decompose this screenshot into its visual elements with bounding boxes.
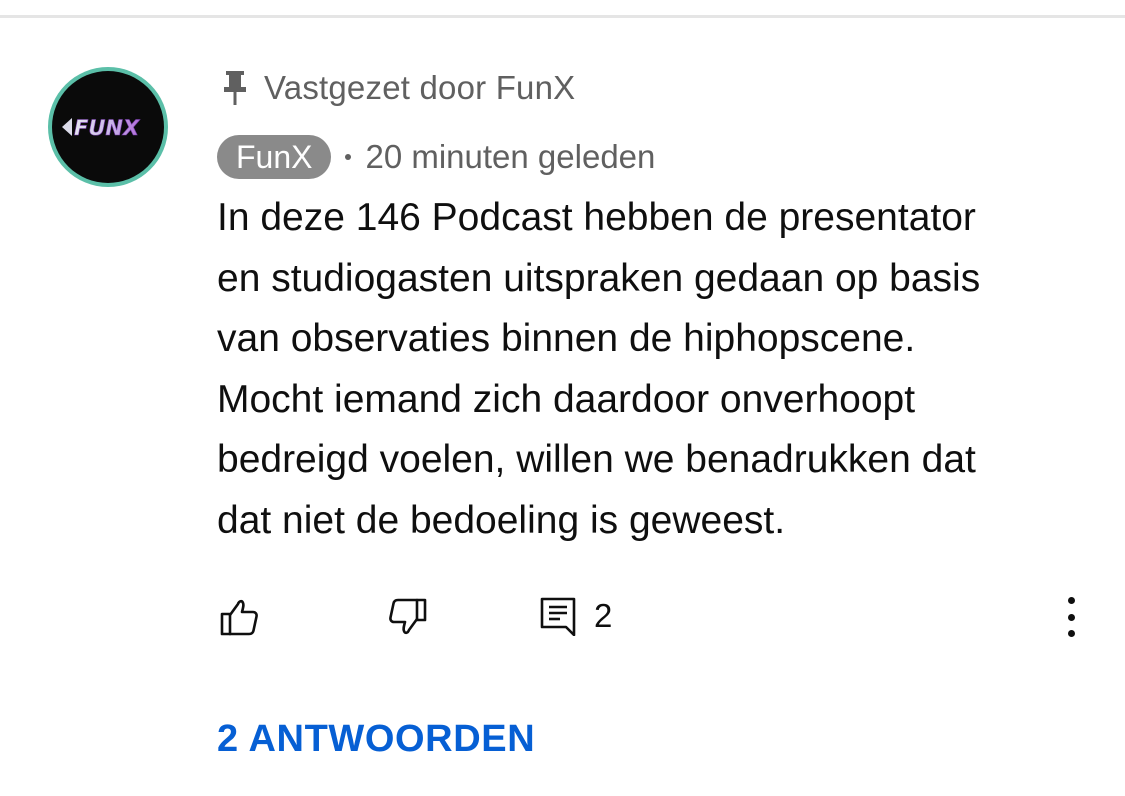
top-divider	[0, 15, 1125, 18]
comment-text: In deze 146 Podcast hebben de presentato…	[217, 188, 1107, 552]
like-button[interactable]	[219, 597, 259, 637]
author-badge[interactable]: FunX	[217, 135, 332, 179]
funx-logo-icon: FUNX	[62, 116, 141, 140]
comment-text-line: en studiogasten uitspraken gedaan op bas…	[217, 256, 981, 300]
dislike-button[interactable]	[388, 597, 428, 637]
view-replies-button[interactable]: 2 ANTWOORDEN	[217, 718, 535, 761]
comment-text-line: bedreigd voelen, willen we benadrukken d…	[217, 438, 976, 482]
comment-text-line: In deze 146 Podcast hebben de presentato…	[217, 196, 976, 239]
pinned-label: Vastgezet door FunX	[264, 69, 576, 106]
comment-meta: FunX 20 minuten geleden	[217, 135, 655, 179]
pin-icon	[224, 71, 246, 105]
separator-dot	[345, 154, 352, 160]
comment-text-line: van observaties binnen de hiphopscene.	[217, 317, 916, 361]
reply-button[interactable]: 2	[540, 596, 612, 636]
more-vertical-icon-dot	[1067, 613, 1075, 621]
comment-timestamp[interactable]: 20 minuten geleden	[365, 138, 655, 176]
more-vertical-icon-dot	[1067, 597, 1075, 604]
more-options-button[interactable]	[1058, 597, 1084, 637]
reply-count: 2	[594, 597, 613, 634]
thumbs-down-icon	[389, 598, 427, 635]
pinned-indicator: Vastgezet door FunX	[222, 66, 575, 110]
thumbs-up-icon	[220, 599, 258, 636]
more-vertical-icon-dot	[1067, 630, 1075, 637]
avatar[interactable]: FUNX	[48, 67, 168, 187]
comment-text-line: Mocht iemand zich daardoor onverhoopt	[217, 377, 916, 421]
funx-logo: FUNX	[52, 71, 164, 183]
svg-text:FUNX: FUNX	[74, 116, 141, 140]
comment-text-line: dat niet de bedoeling is geweest.	[217, 498, 786, 542]
comment-reply-icon	[540, 597, 576, 636]
